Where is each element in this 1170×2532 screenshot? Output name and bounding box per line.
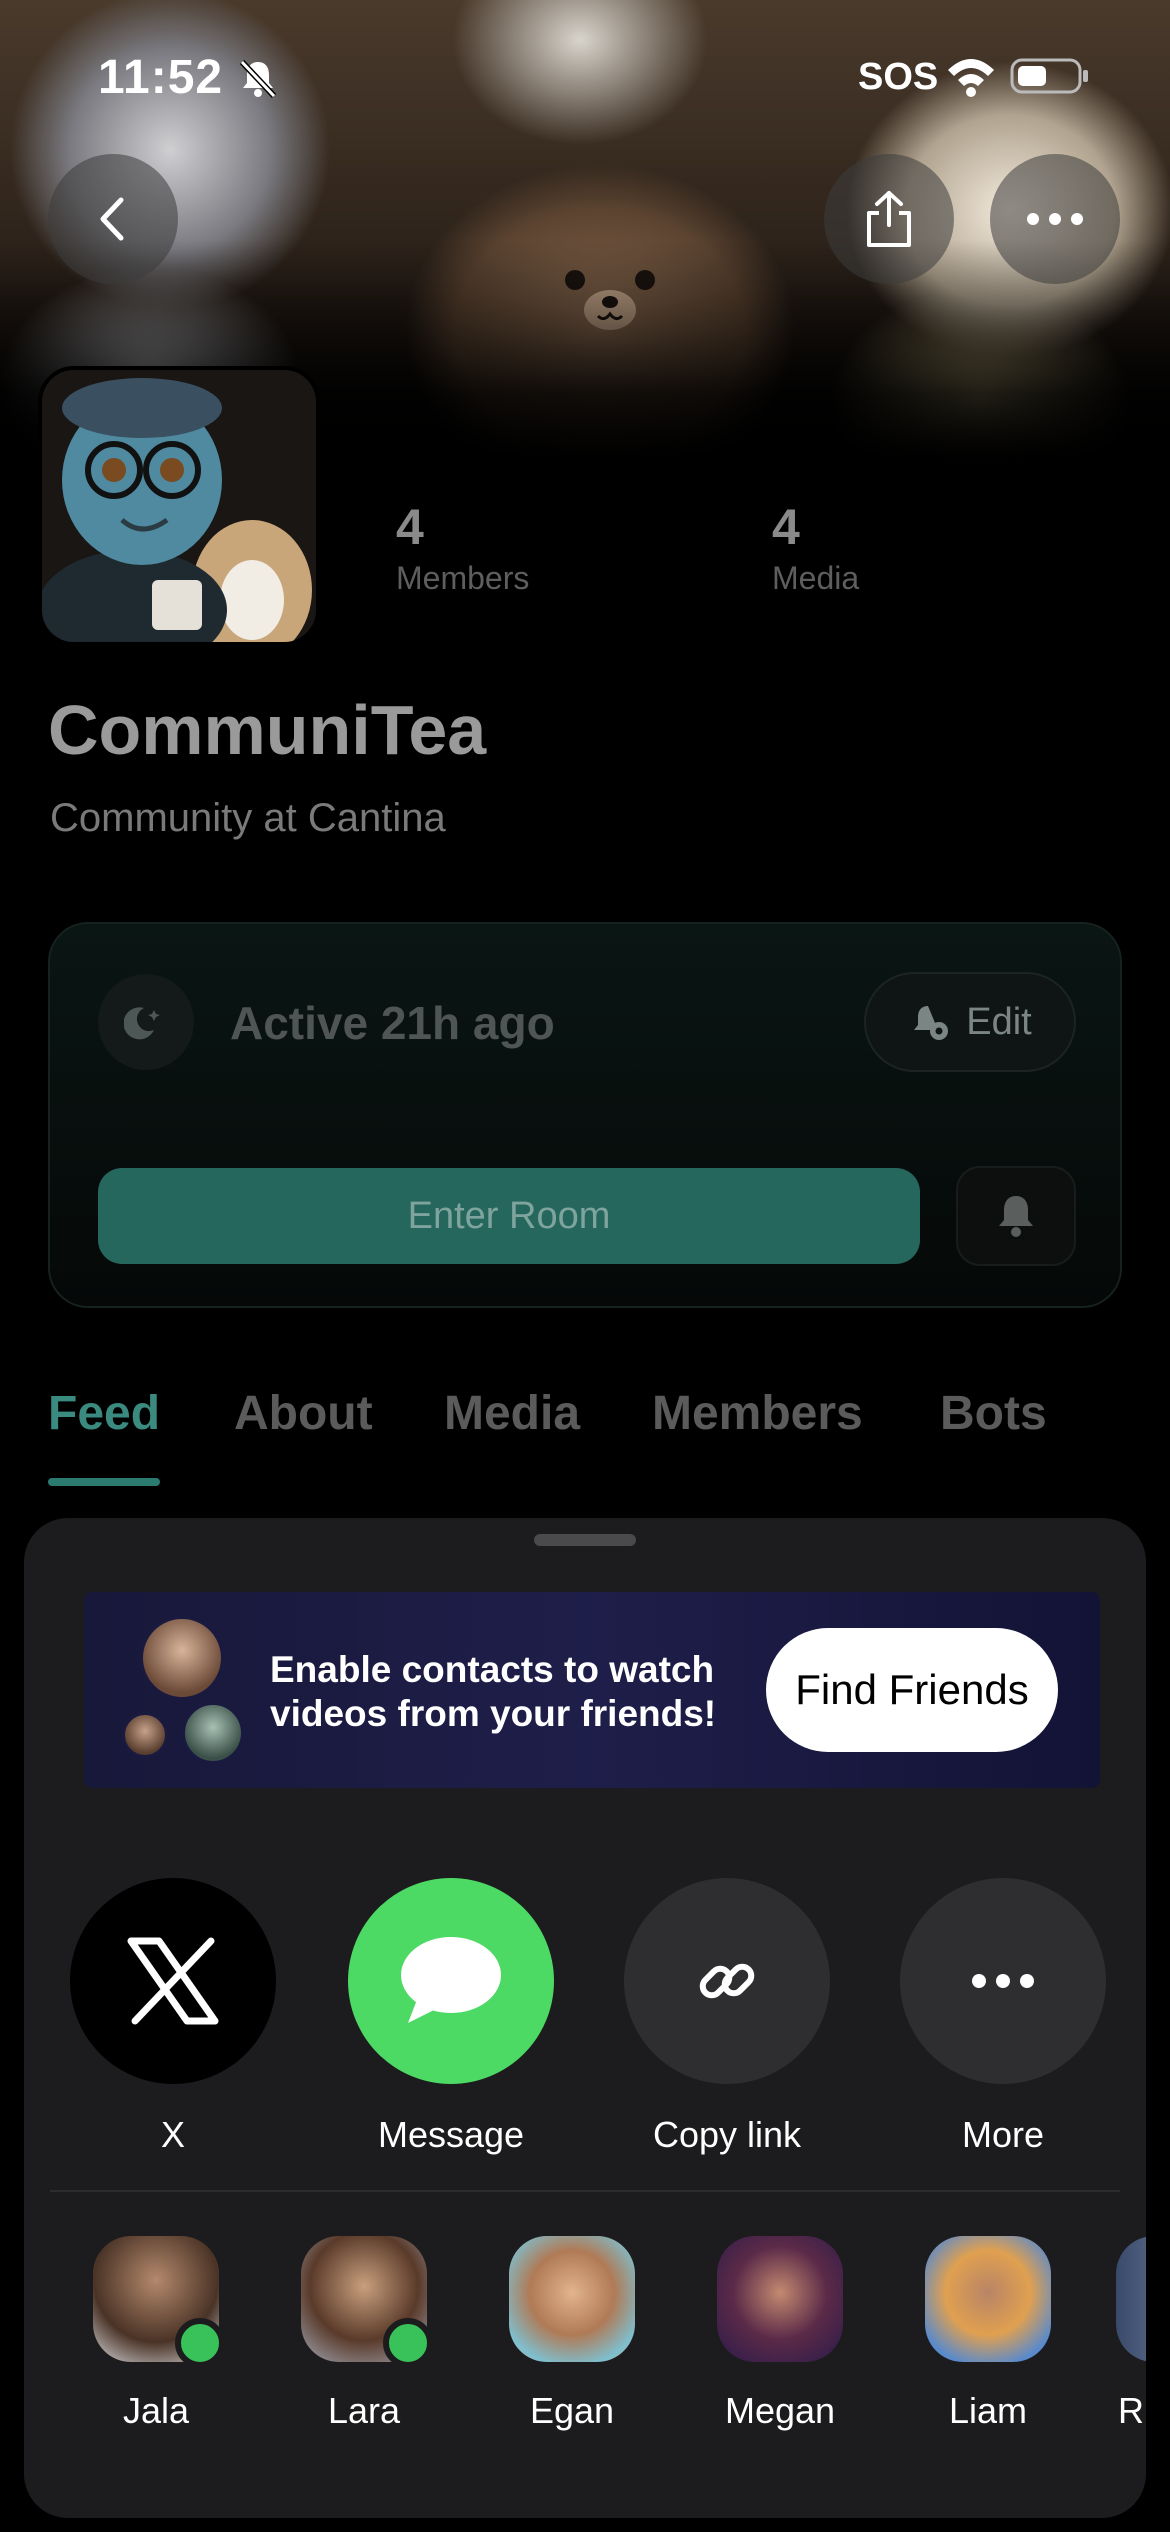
community-subtitle: Community at Cantina (50, 796, 446, 840)
share-more[interactable]: More (898, 1878, 1108, 2156)
find-friends-banner: Enable contacts to watch videos from you… (84, 1592, 1100, 1788)
contact-avatar (1116, 2236, 1146, 2362)
contact-megan[interactable]: Megan (700, 2236, 860, 2432)
bell-slash-icon (239, 59, 277, 99)
active-tab-indicator (48, 1478, 160, 1486)
bell-gear-icon (914, 1006, 949, 1040)
contact-partial[interactable]: R (1082, 2236, 1146, 2432)
sheet-grabber[interactable] (534, 1534, 636, 1546)
back-button[interactable] (48, 154, 178, 284)
status-bar: 11:52 SOS (0, 50, 1170, 110)
media-label: Media (772, 560, 860, 596)
find-friends-button[interactable]: Find Friends (766, 1628, 1058, 1752)
community-name: CommuniTea (48, 691, 487, 769)
status-time: 11:52 (98, 51, 224, 104)
bell-icon (999, 1196, 1033, 1237)
contact-avatar (717, 2236, 843, 2362)
more-options-button[interactable] (990, 154, 1120, 284)
contact-avatar (301, 2236, 433, 2368)
online-indicator (383, 2318, 433, 2368)
tab-media[interactable]: Media (444, 1386, 580, 1441)
share-message[interactable]: Message (346, 1878, 556, 2156)
edit-button[interactable]: Edit (864, 972, 1076, 1072)
share-copy-link-label: Copy link (652, 2114, 802, 2155)
contact-lara[interactable]: Lara (284, 2236, 444, 2432)
share-button[interactable] (824, 154, 954, 284)
screen: 11:52 SOS 4 Members 4 Media CommuniTea C… (0, 0, 1170, 2532)
contact-avatar (93, 2236, 225, 2368)
contact-egan[interactable]: Egan (492, 2236, 652, 2432)
promo-line-1: Enable contacts to watch (270, 1649, 715, 1690)
x-logo-icon (70, 1878, 276, 2084)
contact-name: Liam (948, 2390, 1028, 2431)
contact-name: Jala (122, 2390, 190, 2431)
message-bubble-icon (348, 1878, 554, 2084)
share-sheet: Enable contacts to watch videos from you… (24, 1518, 1146, 2518)
bear-plush-face (565, 270, 655, 330)
notifications-button[interactable] (956, 1166, 1076, 1266)
sos-indicator: SOS (858, 56, 939, 98)
contact-name: R (1118, 2390, 1144, 2431)
promo-avatar-2 (122, 1712, 168, 1758)
media-stat[interactable]: 4 Media (772, 498, 859, 597)
members-stat[interactable]: 4 Members (396, 498, 529, 597)
moon-icon (98, 974, 194, 1070)
contact-jala[interactable]: Jala (76, 2236, 236, 2432)
promo-line-2: videos from your friends! (270, 1693, 717, 1734)
ellipsis-icon (1027, 213, 1083, 225)
enter-room-button[interactable]: Enter Room (98, 1168, 920, 1264)
media-count: 4 (772, 499, 800, 555)
contact-avatar (925, 2236, 1051, 2362)
contact-liam[interactable]: Liam (908, 2236, 1068, 2432)
share-x-label: X (160, 2114, 185, 2155)
room-card: Active 21h ago Edit Enter Room (48, 922, 1122, 1308)
tab-members[interactable]: Members (652, 1386, 863, 1441)
members-label: Members (396, 560, 530, 596)
share-copy-link[interactable]: Copy link (622, 1878, 832, 2156)
contact-name: Egan (529, 2390, 615, 2431)
battery-icon (1010, 58, 1088, 94)
wifi-icon (948, 59, 994, 97)
contact-name: Megan (724, 2390, 836, 2431)
share-x[interactable]: X (68, 1878, 278, 2156)
tab-feed[interactable]: Feed (48, 1386, 160, 1441)
share-more-label: More (961, 2114, 1045, 2155)
edit-label: Edit (966, 1000, 1032, 1043)
link-icon (624, 1878, 830, 2084)
share-icon (867, 191, 911, 247)
share-message-label: Message (377, 2114, 525, 2155)
community-avatar[interactable] (38, 366, 320, 646)
tab-bots[interactable]: Bots (940, 1386, 1047, 1441)
contact-name: Lara (327, 2390, 401, 2431)
tab-about[interactable]: About (234, 1386, 373, 1441)
online-indicator (175, 2318, 225, 2368)
ellipsis-icon (900, 1878, 1106, 2084)
promo-avatar-3 (182, 1702, 244, 1764)
contact-avatar (509, 2236, 635, 2362)
activity-status: Active 21h ago (230, 997, 555, 1049)
divider (50, 2190, 1120, 2192)
members-count: 4 (396, 499, 424, 555)
promo-text: Enable contacts to watch videos from you… (270, 1648, 716, 1736)
chevron-left-icon (100, 197, 124, 241)
promo-avatar-1 (140, 1616, 224, 1700)
avatar-illustration (42, 370, 316, 642)
